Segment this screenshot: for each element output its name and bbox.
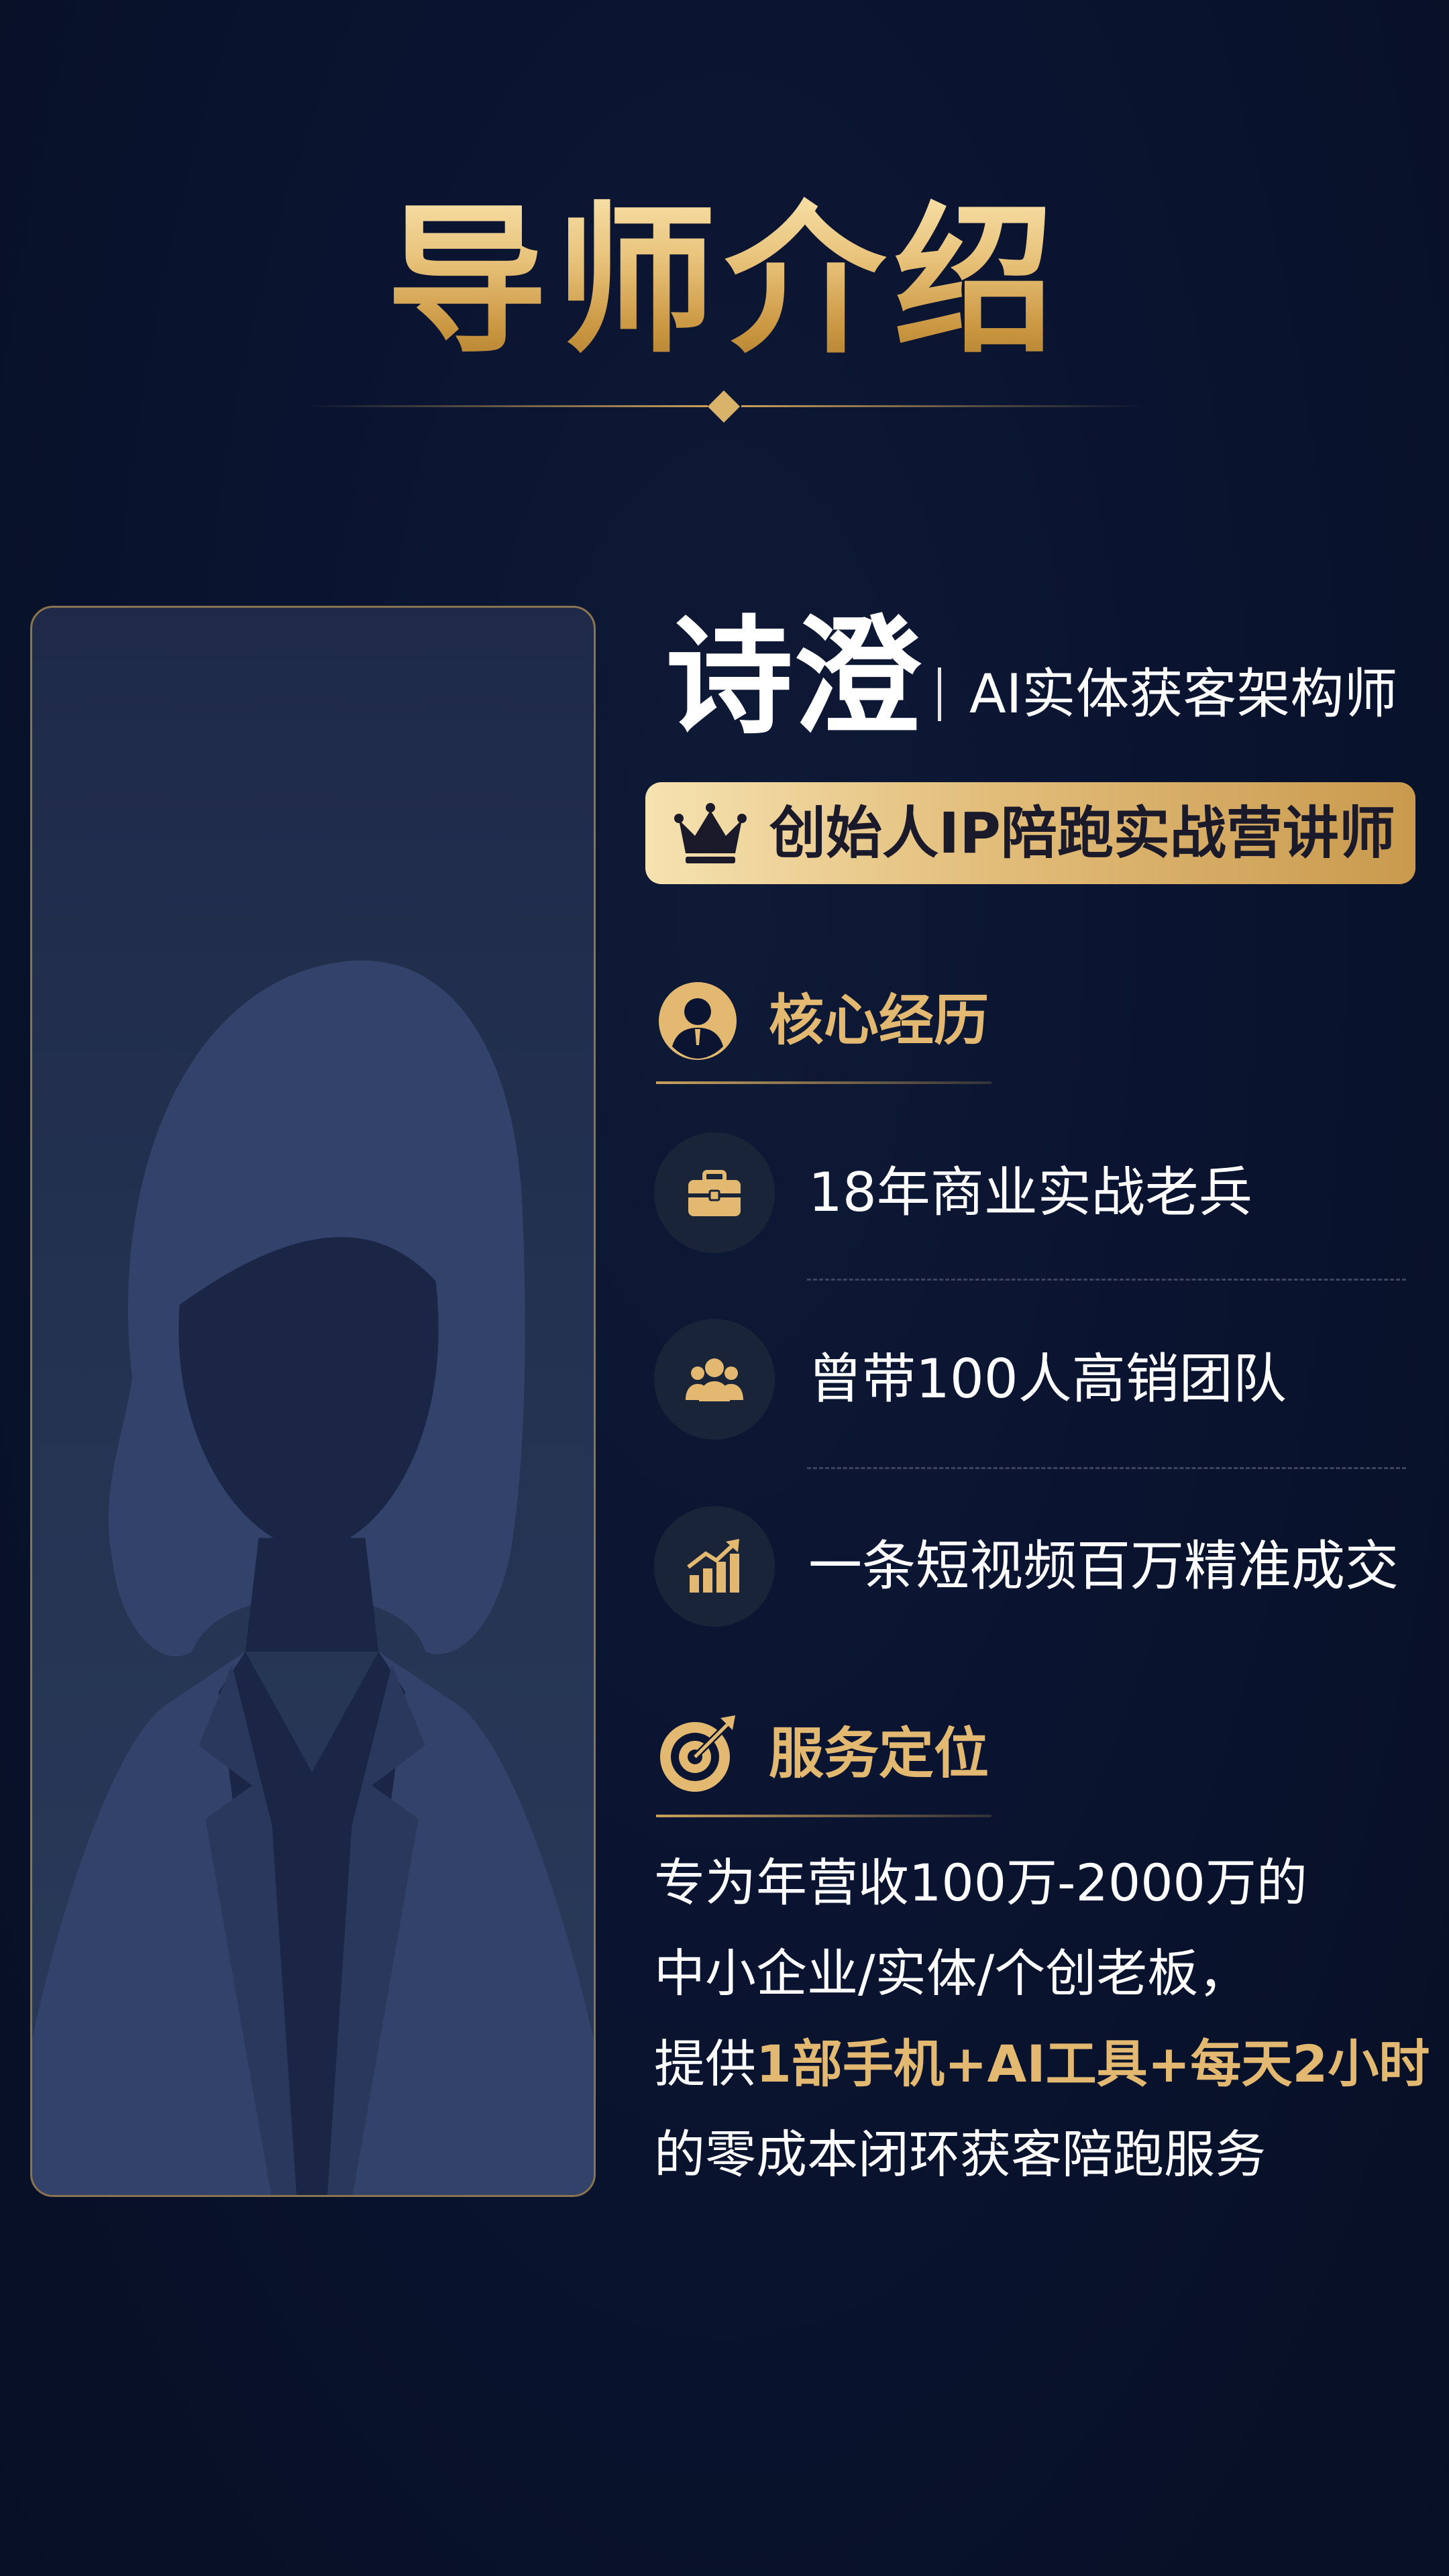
page-title: 导师介绍: [0, 180, 1449, 381]
service-line-3-prefix: 提供: [654, 2034, 756, 2094]
service-line-2: 中小企业/实体/个创老板，: [654, 1943, 1250, 2003]
tutor-role: AI实体获客架构师: [969, 663, 1398, 725]
female-silhouette-icon: [32, 960, 594, 2195]
item-divider: [807, 1467, 1406, 1469]
list-item: 曾带100人高销团队: [654, 1319, 1412, 1440]
crown-icon: [674, 803, 747, 863]
user-avatar-icon: [659, 982, 737, 1060]
service-line-4: 的零成本闭环获客陪跑服务: [654, 2125, 1266, 2184]
service-highlight: 1部手机+AI工具+每天2小时: [756, 2034, 1430, 2094]
team-icon: [654, 1319, 775, 1440]
target-icon: [660, 1715, 735, 1792]
experience-heading-underline: [656, 1081, 991, 1084]
list-item: 一条短视频百万精准成交: [654, 1506, 1412, 1627]
experience-heading: 核心经历: [656, 979, 1012, 1087]
growth-chart-icon: [654, 1506, 775, 1627]
divider-diamond-icon: [707, 390, 741, 423]
list-item: 18年商业实战老兵: [654, 1132, 1412, 1253]
experience-heading-label: 核心经历: [769, 989, 989, 1053]
tutor-name: 诗澄: [665, 603, 921, 751]
service-heading-label: 服务定位: [769, 1722, 989, 1786]
experience-text: 18年商业实战老兵: [808, 1161, 1252, 1224]
briefcase-icon: [654, 1132, 775, 1253]
item-divider: [807, 1279, 1406, 1281]
service-line-3: 提供1部手机+AI工具+每天2小时: [654, 2027, 1430, 2101]
badge-label: 创始人IP陪跑实战营讲师: [769, 800, 1395, 866]
experience-text: 曾带100人高销团队: [808, 1348, 1287, 1410]
service-heading: 服务定位: [656, 1713, 1012, 1820]
service-heading-underline: [656, 1815, 991, 1817]
service-line-1: 专为年营收100万-2000万的: [654, 1853, 1307, 1913]
name-separator: [938, 667, 941, 721]
title-divider: [305, 390, 1144, 423]
title-badge: 创始人IP陪跑实战营讲师: [645, 782, 1415, 884]
divider-line-right: [741, 405, 1144, 407]
divider-line-left: [305, 405, 708, 407]
tutor-intro-page: 导师介绍 诗澄 AI实体获客架构师 创始人IP陪跑实战营讲师 核心经历 18年商…: [0, 0, 1449, 2576]
portrait-card: [30, 606, 596, 2197]
experience-text: 一条短视频百万精准成交: [808, 1535, 1399, 1597]
